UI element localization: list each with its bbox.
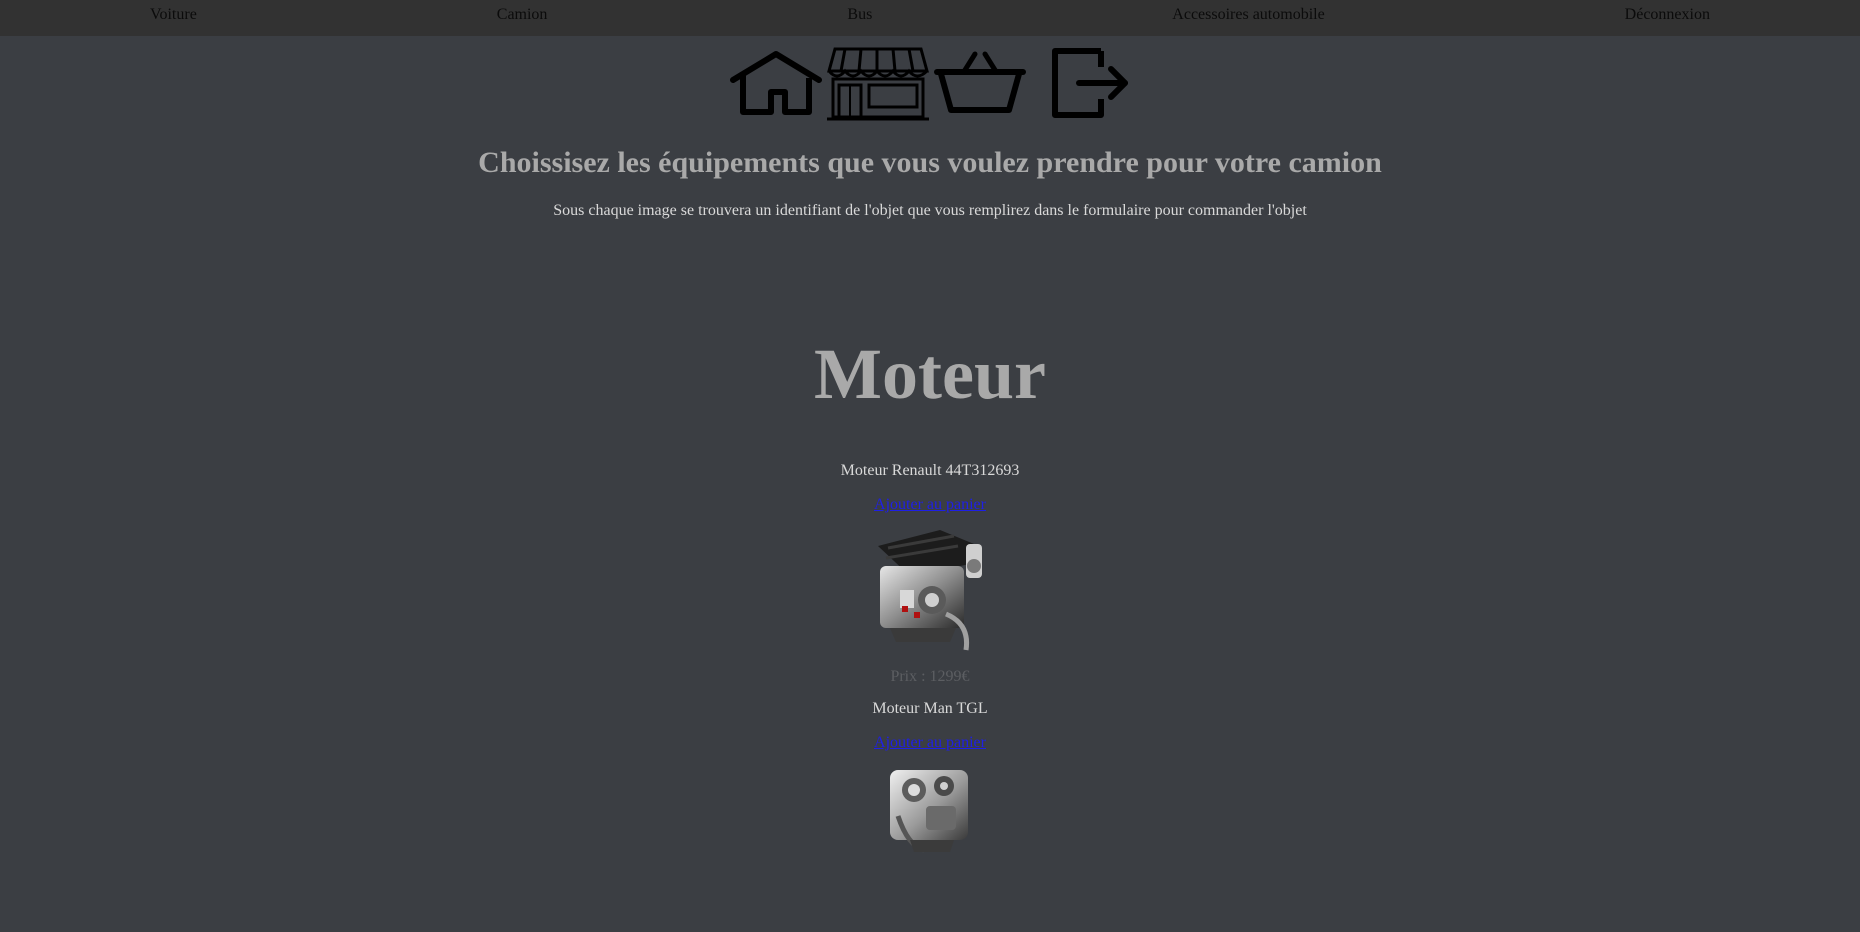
nav-link-camion[interactable]: Camion xyxy=(497,6,548,23)
home-icon[interactable] xyxy=(729,48,823,118)
add-to-cart-link[interactable]: Ajouter au panier xyxy=(874,734,986,752)
section-title-moteur: Moteur xyxy=(814,334,1046,414)
basket-icon[interactable] xyxy=(933,48,1027,118)
product-item: Moteur Man TGL Ajouter au panier xyxy=(0,700,1860,856)
shop-icon[interactable] xyxy=(827,45,929,121)
page-title: Choissisez les équipements que vous voul… xyxy=(478,146,1382,179)
product-price: Prix : 1299€ xyxy=(890,668,970,685)
page-subtitle: Sous chaque image se trouvera un identif… xyxy=(553,202,1307,219)
logout-icon[interactable] xyxy=(1051,47,1131,119)
nav-link-accessoires[interactable]: Accessoires automobile xyxy=(1172,6,1324,23)
top-navigation: Voiture Camion Bus Accessoires automobil… xyxy=(0,0,1860,36)
product-name: Moteur Man TGL xyxy=(872,700,988,717)
icon-bar xyxy=(0,45,1860,121)
nav-link-deconnexion[interactable]: Déconnexion xyxy=(1625,6,1710,23)
engine-image xyxy=(880,756,980,856)
engine-image xyxy=(870,524,990,654)
nav-link-voiture[interactable]: Voiture xyxy=(150,6,197,23)
add-to-cart-link[interactable]: Ajouter au panier xyxy=(874,496,986,514)
product-name: Moteur Renault 44T312693 xyxy=(840,462,1020,479)
product-item: Moteur Renault 44T312693 Ajouter au pani… xyxy=(0,462,1860,686)
nav-link-bus[interactable]: Bus xyxy=(847,6,872,23)
